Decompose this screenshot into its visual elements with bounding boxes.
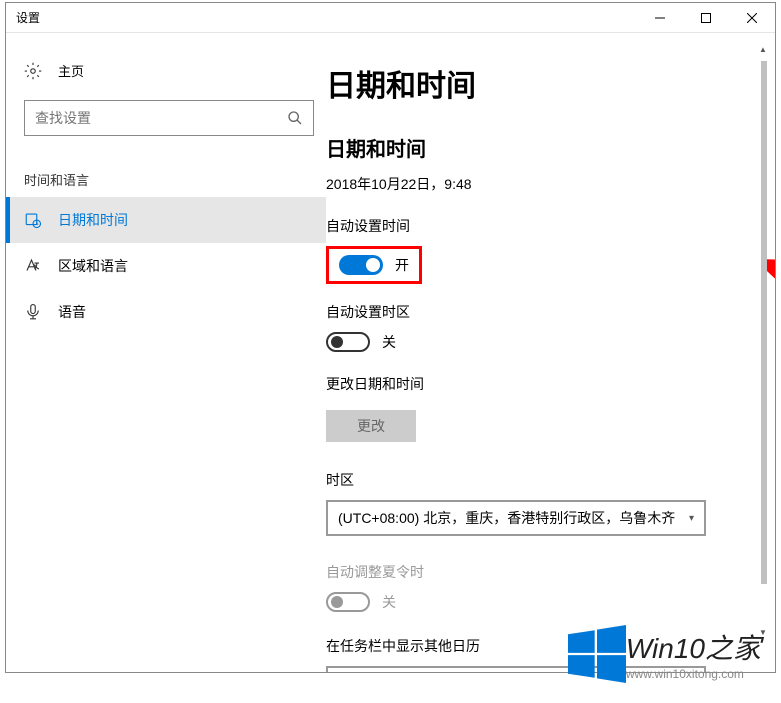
sidebar-item-label: 区域和语言 (58, 256, 128, 276)
sidebar-section-title: 时间和语言 (6, 136, 326, 197)
dst-toggle (326, 592, 370, 612)
watermark: Win10之家 www.win10xitong.com (568, 625, 761, 683)
timezone-label: 时区 (326, 470, 745, 490)
sidebar-item-label: 日期和时间 (58, 210, 128, 230)
dst-state: 关 (382, 592, 396, 612)
timezone-select[interactable]: (UTC+08:00) 北京，重庆，香港特别行政区，乌鲁木齐 ▾ (326, 500, 706, 536)
minimize-button[interactable] (637, 3, 683, 33)
language-icon (24, 257, 42, 275)
auto-time-state: 开 (395, 255, 409, 275)
scrollbar[interactable] (761, 61, 767, 642)
dst-label: 自动调整夏令时 (326, 562, 745, 582)
auto-tz-toggle[interactable] (326, 332, 370, 352)
sidebar-item-datetime[interactable]: 日期和时间 (6, 197, 326, 243)
main-panel: 日期和时间 日期和时间 2018年10月22日，9:48 自动设置时间 开 自动… (326, 33, 775, 672)
timezone-value: (UTC+08:00) 北京，重庆，香港特别行政区，乌鲁木齐 (338, 508, 675, 528)
chevron-down-icon: ▾ (689, 513, 694, 524)
auto-time-toggle[interactable] (339, 255, 383, 275)
calendar-clock-icon (24, 211, 42, 229)
auto-time-label: 自动设置时间 (326, 216, 745, 236)
page-title: 日期和时间 (326, 61, 745, 105)
window-title: 设置 (6, 9, 637, 26)
maximize-button[interactable] (683, 3, 729, 33)
search-input[interactable] (35, 110, 287, 126)
gear-icon (24, 62, 42, 80)
sidebar: 主页 时间和语言 日期和时间 区域和语言 语音 (6, 33, 326, 672)
auto-tz-state: 关 (382, 332, 396, 352)
watermark-title: Win10之家 (626, 627, 761, 667)
home-label: 主页 (58, 61, 84, 80)
annotation-arrow (766, 258, 775, 298)
current-datetime: 2018年10月22日，9:48 (326, 174, 745, 194)
home-link[interactable]: 主页 (6, 53, 326, 88)
section-subtitle: 日期和时间 (326, 133, 745, 162)
scroll-up-icon[interactable]: ▲ (759, 45, 769, 55)
windows-logo-icon (568, 625, 626, 683)
search-icon (287, 110, 303, 126)
sidebar-item-region-language[interactable]: 区域和语言 (6, 243, 326, 289)
sidebar-item-speech[interactable]: 语音 (6, 289, 326, 335)
microphone-icon (24, 303, 42, 321)
watermark-url: www.win10xitong.com (626, 667, 761, 681)
titlebar: 设置 (6, 3, 775, 33)
auto-time-highlight: 开 (326, 246, 422, 284)
search-input-wrapper[interactable] (24, 100, 314, 136)
change-datetime-label: 更改日期和时间 (326, 374, 745, 394)
change-button[interactable]: 更改 (326, 410, 416, 442)
close-button[interactable] (729, 3, 775, 33)
sidebar-item-label: 语音 (58, 302, 86, 322)
auto-tz-label: 自动设置时区 (326, 302, 745, 322)
